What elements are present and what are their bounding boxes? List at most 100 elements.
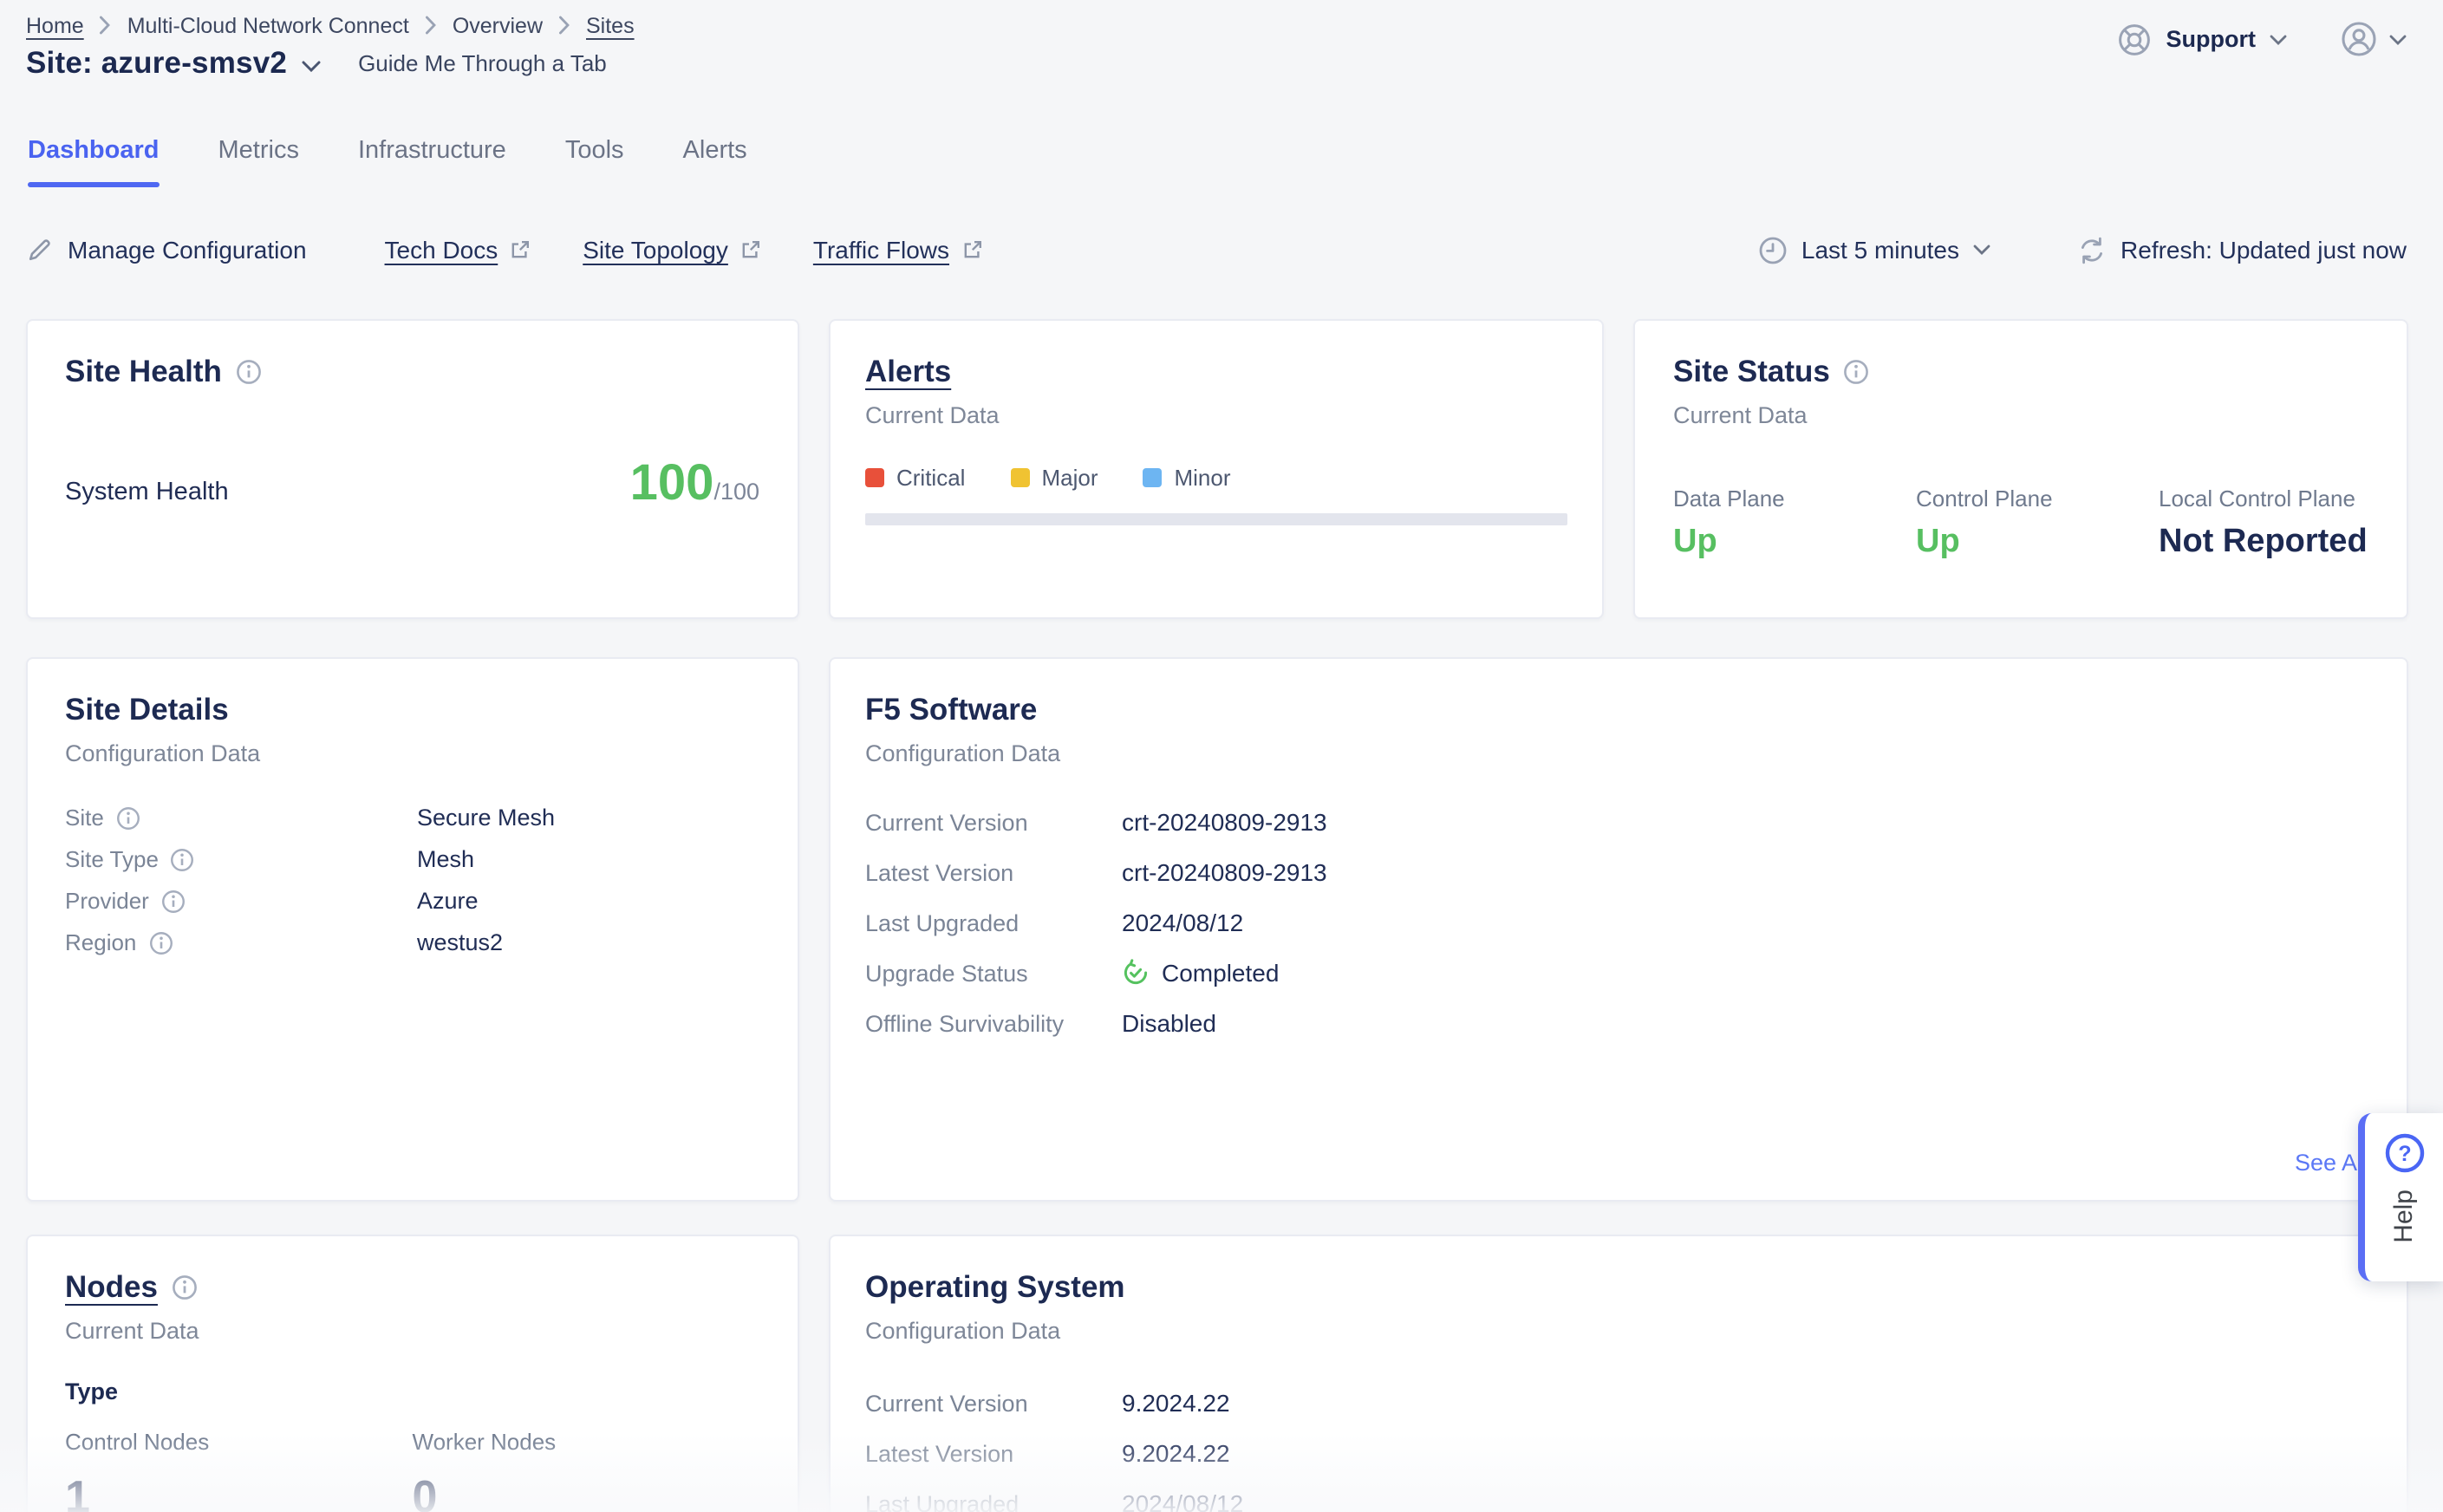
nodes-subtitle: Current Data	[65, 1317, 759, 1343]
table-row: Site Secure Mesh	[65, 797, 759, 838]
breadcrumb: Home Multi-Cloud Network Connect Overvie…	[26, 14, 635, 38]
critical-label: Critical	[896, 464, 965, 490]
site-status-card: Site Status Current Data Data Plane Up C…	[1633, 318, 2407, 618]
control-plane-status: Control Plane Up	[1916, 485, 2159, 561]
site-details-card: Site Details Configuration Data Site Sec…	[25, 656, 799, 1202]
lifebuoy-icon	[2118, 22, 2153, 56]
major-label: Major	[1041, 464, 1098, 490]
tab-tools[interactable]: Tools	[565, 137, 624, 187]
system-health-score-suffix: /100	[713, 478, 759, 504]
refresh-icon	[2077, 235, 2107, 264]
worker-nodes-value: 0	[413, 1470, 760, 1512]
chevron-right-icon	[100, 16, 112, 35]
table-row: Last Upgraded 2024/08/12	[865, 897, 2371, 948]
breadcrumb-home[interactable]: Home	[26, 14, 84, 38]
nodes-type-label: Type	[65, 1378, 759, 1404]
latest-version-value: crt-20240809-2913	[1122, 858, 1327, 886]
info-icon[interactable]	[171, 847, 195, 871]
f5-software-card: F5 Software Configuration Data Current V…	[829, 656, 2407, 1202]
avatar-icon	[2339, 19, 2379, 59]
table-row: Upgrade Status Completed	[865, 948, 2371, 998]
local-control-plane-value: Not Reported	[2159, 523, 2368, 561]
info-icon[interactable]	[161, 889, 186, 913]
os-last-upgraded-value: 2024/08/12	[1122, 1489, 1243, 1512]
tab-alerts[interactable]: Alerts	[683, 137, 747, 187]
see-all-link[interactable]: See All	[2295, 1150, 2368, 1176]
page: Home Multi-Cloud Network Connect Overvie…	[0, 0, 2443, 1512]
guide-me-link[interactable]: Guide Me Through a Tab	[358, 50, 607, 76]
info-icon[interactable]	[148, 930, 173, 955]
nodes-title-link[interactable]: Nodes	[65, 1268, 158, 1305]
f5-software-subtitle: Configuration Data	[865, 740, 2371, 766]
help-tab[interactable]: ? Help	[2358, 1113, 2443, 1281]
tech-docs-link[interactable]: Tech Docs	[385, 236, 531, 264]
legend-item-minor: Minor	[1143, 464, 1231, 490]
time-range-label: Last 5 minutes	[1801, 236, 1959, 264]
table-row: Latest Version 9.2024.22	[865, 1428, 2371, 1478]
info-icon[interactable]	[236, 358, 262, 384]
system-health-score: 100/100	[630, 455, 759, 512]
current-version-label: Current Version	[865, 809, 1122, 835]
site-topology-label: Site Topology	[583, 236, 728, 264]
os-current-version-value: 9.2024.22	[1122, 1389, 1230, 1417]
chevron-down-icon	[1973, 244, 1990, 255]
table-row: Region westus2	[65, 922, 759, 963]
clock-icon	[1758, 235, 1788, 264]
page-title: Site: azure-smsv2	[26, 45, 287, 81]
toolbar: Manage Configuration Tech Docs Site Topo…	[26, 231, 982, 269]
data-plane-label: Data Plane	[1673, 485, 1916, 511]
system-health-label: System Health	[65, 478, 229, 505]
account-menu[interactable]	[2339, 19, 2407, 59]
refresh-button[interactable]: Refresh: Updated just now	[2077, 235, 2407, 264]
site-health-card: Site Health System Health 100/100	[25, 318, 799, 618]
site-selector-chevron-down-icon[interactable]	[301, 60, 320, 72]
minor-label: Minor	[1175, 464, 1231, 490]
current-version-value: crt-20240809-2913	[1122, 808, 1327, 836]
info-icon[interactable]	[1844, 358, 1870, 384]
pencil-icon	[26, 236, 54, 264]
tab-dashboard[interactable]: Dashboard	[28, 137, 160, 187]
table-row: Current Version crt-20240809-2913	[865, 797, 2371, 847]
legend-item-major: Major	[1010, 464, 1098, 490]
upgrade-status-label: Upgrade Status	[865, 960, 1122, 986]
traffic-flows-link[interactable]: Traffic Flows	[813, 236, 982, 264]
operating-system-card: Operating System Configuration Data Curr…	[829, 1234, 2407, 1512]
alerts-legend: Critical Major Minor	[865, 464, 1567, 490]
tab-infrastructure[interactable]: Infrastructure	[358, 137, 506, 187]
worker-nodes-label: Worker Nodes	[413, 1428, 760, 1454]
os-latest-version-value: 9.2024.22	[1122, 1439, 1230, 1467]
breadcrumb-sites[interactable]: Sites	[586, 14, 635, 38]
check-circle-icon	[1122, 959, 1150, 987]
data-plane-value: Up	[1673, 523, 1916, 561]
site-topology-link[interactable]: Site Topology	[583, 236, 761, 264]
external-link-icon	[510, 239, 531, 260]
control-nodes-col: Control Nodes 1	[65, 1428, 413, 1512]
support-menu[interactable]: Support	[2118, 22, 2288, 56]
breadcrumb-overview: Overview	[453, 14, 543, 38]
alerts-title-link[interactable]: Alerts	[865, 353, 951, 389]
site-status-subtitle: Current Data	[1673, 401, 2368, 427]
table-row: Offline Survivability Disabled	[865, 998, 2371, 1048]
upgrade-status-value: Completed	[1162, 959, 1279, 987]
local-control-plane-label: Local Control Plane	[2159, 485, 2368, 511]
external-link-icon	[961, 239, 982, 260]
minor-swatch	[1143, 467, 1163, 486]
os-current-version-label: Current Version	[865, 1390, 1122, 1416]
info-icon[interactable]	[116, 805, 140, 830]
control-nodes-label: Control Nodes	[65, 1428, 413, 1454]
info-icon[interactable]	[172, 1274, 198, 1300]
region-label: Region	[65, 929, 136, 955]
site-value: Secure Mesh	[417, 805, 555, 831]
control-nodes-value: 1	[65, 1470, 413, 1512]
control-plane-label: Control Plane	[1916, 485, 2159, 511]
latest-version-label: Latest Version	[865, 859, 1122, 885]
worker-nodes-col: Worker Nodes 0	[413, 1428, 760, 1512]
table-row: Last Upgraded 2024/08/12	[865, 1478, 2371, 1512]
offline-survivability-value: Disabled	[1122, 1009, 1216, 1037]
chevron-right-icon	[425, 16, 437, 35]
time-range-dropdown[interactable]: Last 5 minutes	[1758, 235, 1990, 264]
manage-configuration-button[interactable]: Manage Configuration	[26, 236, 307, 264]
provider-label: Provider	[65, 888, 149, 914]
breadcrumb-mcn: Multi-Cloud Network Connect	[127, 14, 409, 38]
tab-metrics[interactable]: Metrics	[218, 137, 299, 187]
